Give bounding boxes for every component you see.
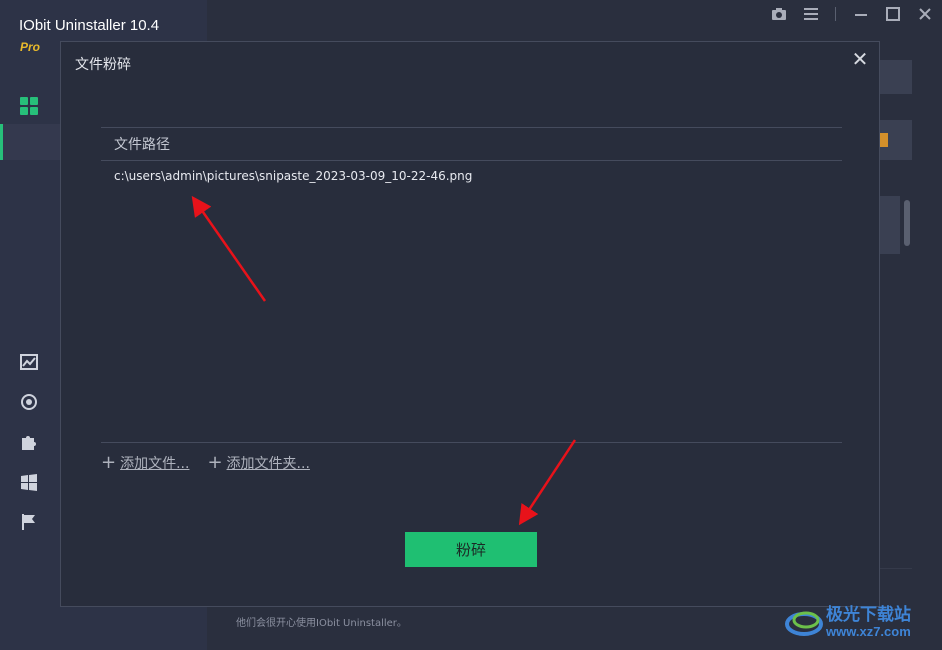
dialog-close-button[interactable]: ✕ — [849, 48, 871, 70]
watermark-url: www.xz7.com — [826, 624, 911, 639]
background-divider — [880, 568, 912, 569]
chart-icon — [20, 353, 38, 371]
puzzle-icon — [20, 433, 38, 451]
plus-icon: + — [207, 452, 223, 473]
watermark: 极光下载站 www.xz7.com — [784, 598, 940, 646]
watermark-name: 极光下载站 — [826, 605, 911, 625]
app-edition-badge: Pro — [20, 40, 41, 54]
flag-icon — [20, 513, 38, 531]
add-folder-link[interactable]: + 添加文件夹... — [207, 453, 309, 473]
add-folder-label: 添加文件夹... — [226, 456, 310, 472]
dialog-title: 文件粉碎 — [75, 57, 131, 73]
file-shredder-dialog: 文件粉碎 ✕ 文件路径 c:\users\admin\pictures\snip… — [60, 41, 880, 607]
shred-button[interactable]: 粉碎 — [405, 532, 537, 567]
camera-icon[interactable] — [770, 6, 788, 24]
add-actions: + 添加文件... + 添加文件夹... — [101, 453, 310, 473]
table-row[interactable]: c:\users\admin\pictures\snipaste_2023-03… — [101, 161, 842, 191]
windows-icon — [20, 473, 38, 491]
background-scrollbar[interactable] — [904, 200, 910, 246]
table-header-file-path: 文件路径 — [101, 128, 842, 161]
plus-icon: + — [101, 452, 117, 473]
maximize-icon[interactable] — [884, 6, 902, 24]
minimize-icon[interactable] — [852, 6, 870, 24]
add-file-label: 添加文件... — [120, 456, 190, 472]
background-block — [880, 60, 912, 94]
close-icon: ✕ — [851, 47, 869, 71]
menu-icon[interactable] — [802, 6, 820, 24]
window-controls — [770, 6, 934, 24]
background-footer-text: 他们会很开心使用IObit Uninstaller。 — [236, 618, 407, 629]
separator — [834, 6, 838, 24]
grid-icon — [20, 97, 38, 115]
file-path-table: 文件路径 c:\users\admin\pictures\snipaste_20… — [101, 127, 842, 443]
add-file-link[interactable]: + 添加文件... — [101, 453, 189, 473]
refresh-icon — [20, 393, 38, 411]
watermark-logo-icon — [785, 611, 823, 636]
close-icon[interactable] — [916, 6, 934, 24]
app-title: IObit Uninstaller 10.4 — [19, 17, 160, 34]
background-block — [880, 196, 900, 254]
